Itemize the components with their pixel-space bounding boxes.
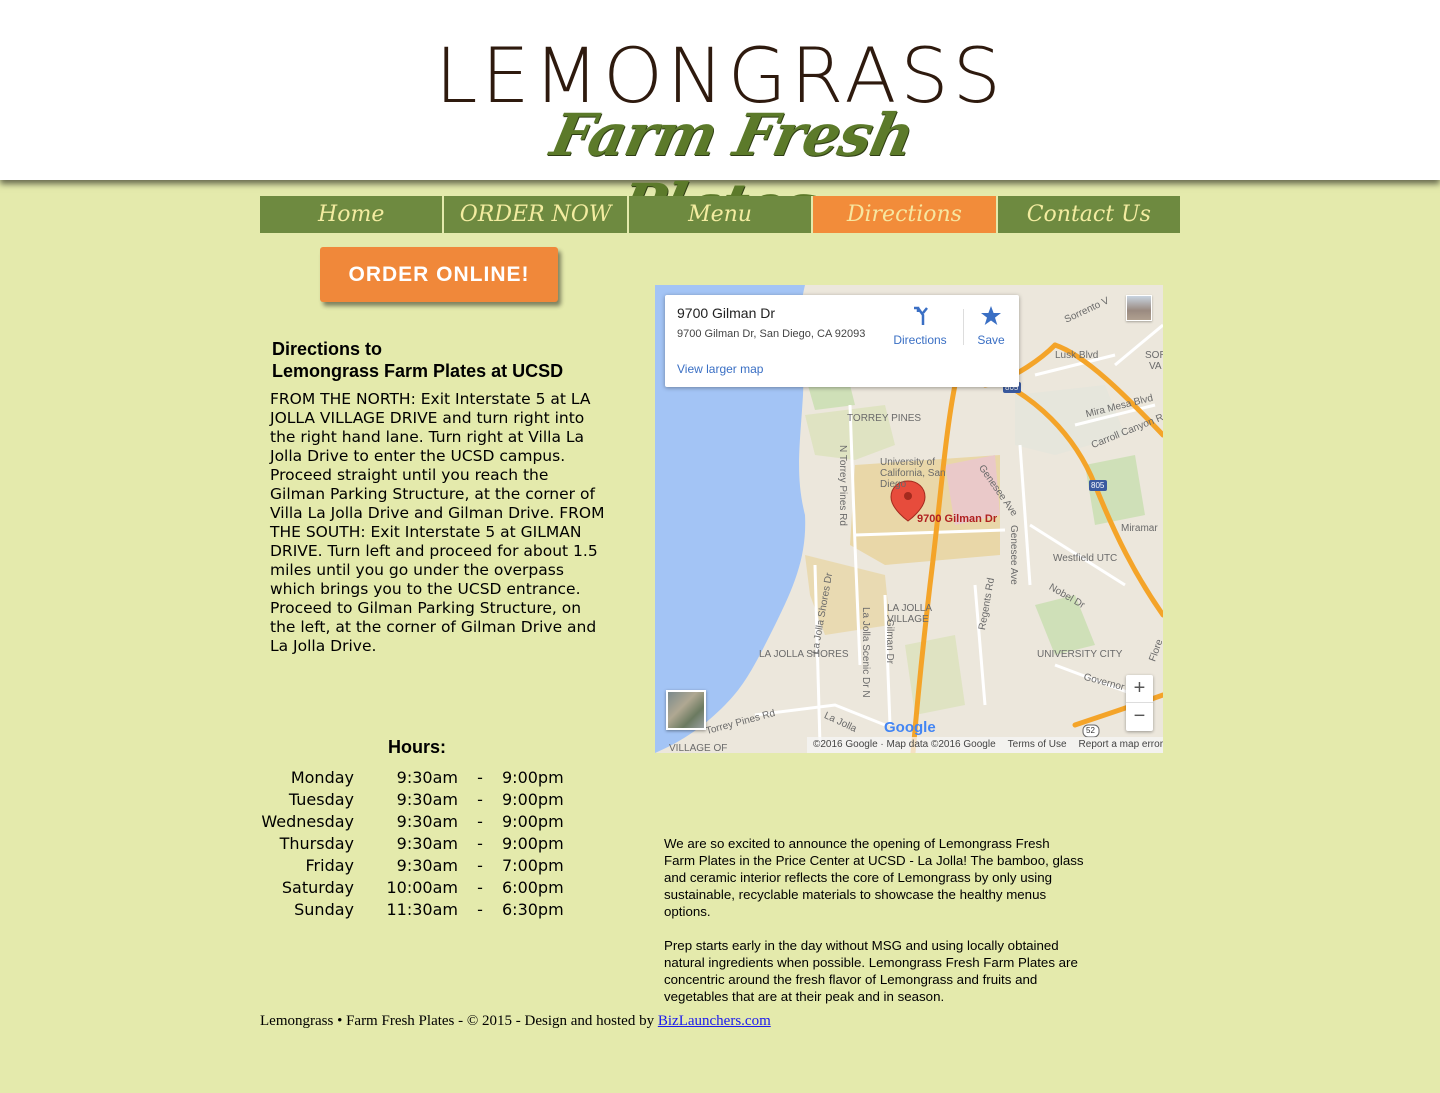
map-label-miramar: Miramar	[1121, 523, 1158, 534]
hours-table: Monday 9:30am -9:00pm Tuesday 9:30am -9:00pm W…	[260, 766, 592, 920]
hours-open: 11:30am	[386, 899, 459, 919]
about-section: We are so excited to announce the openin…	[664, 835, 1084, 1022]
map-card-address: 9700 Gilman Dr, San Diego, CA 92093	[677, 328, 866, 340]
nav-item-directions[interactable]: Directions	[813, 196, 998, 233]
hours-dash: -	[477, 877, 483, 897]
hours-dash: -	[477, 811, 483, 831]
map-report-link[interactable]: Report a map error	[1073, 739, 1163, 750]
map-directions-label: Directions	[893, 333, 947, 347]
hours-close: 7:00pm	[502, 855, 564, 875]
hours-close: 9:00pm	[502, 811, 564, 831]
map-label-torrey-pines: TORREY PINES	[847, 413, 922, 424]
map-label-westfield: Westfield UTC	[1053, 553, 1118, 564]
nav-item-menu[interactable]: Menu	[628, 196, 814, 233]
hours-close: 9:00pm	[502, 833, 564, 853]
hours-row: Thursday 9:30am -9:00pm	[260, 832, 592, 854]
map-shield-52: 52	[1086, 726, 1095, 735]
map-label-university-city: UNIVERSITY CITY	[1037, 649, 1123, 660]
hours-day: Friday	[305, 855, 355, 875]
map-marker-label: 9700 Gilman Dr	[917, 513, 998, 525]
hours-day: Tuesday	[288, 789, 354, 809]
footer-text: Lemongrass • Farm Fresh Plates - © 2015 …	[260, 1013, 658, 1029]
hours-row: Tuesday 9:30am -9:00pm	[260, 788, 592, 810]
map-label-n-torrey-pines: N Torrey Pines Rd	[837, 445, 848, 526]
order-online-button[interactable]: ORDER ONLINE!	[320, 247, 558, 302]
hours-dash: -	[477, 855, 483, 875]
hours-day: Wednesday	[261, 811, 354, 831]
hours-row: Saturday 10:00am -6:00pm	[260, 876, 592, 898]
hours-dash: -	[477, 899, 483, 919]
hours-open: 10:00am	[386, 877, 459, 897]
directions-title-line2: Lemongrass Farm Plates at UCSD	[272, 361, 564, 381]
hours-day: Sunday	[294, 899, 354, 919]
map-attribution: ©2016 Google · Map data ©2016 Google Term…	[807, 737, 1163, 753]
main-nav: Home ORDER NOW Menu Directions Contact U…	[260, 196, 1181, 233]
zoom-out-button[interactable]: −	[1126, 703, 1153, 731]
hours-title: Hours:	[388, 737, 446, 757]
map-terms-link[interactable]: Terms of Use	[1002, 739, 1073, 750]
map-label-sor: SOR	[1145, 350, 1163, 361]
map-label-university: University of California, San Diego	[880, 457, 946, 490]
hours-dash: -	[477, 789, 483, 809]
hours-dash: -	[477, 833, 483, 853]
nav-item-contact-us[interactable]: Contact Us	[997, 196, 1181, 233]
map-label-genesee-ave-2: Genesee Ave	[1008, 525, 1019, 585]
site-footer: Lemongrass • Farm Fresh Plates - © 2015 …	[260, 1013, 771, 1030]
satellite-toggle-thumbnail[interactable]	[666, 690, 706, 730]
site-header: LEMONGRASS Farm Fresh Plates	[0, 0, 1440, 240]
hours-open: 9:30am	[396, 811, 458, 831]
nav-item-order-now[interactable]: ORDER NOW	[444, 196, 629, 233]
map-label-la-jolla-shores: LA JOLLA SHORES	[759, 649, 849, 660]
map-label-la-jolla-scenic: La Jolla Scenic Dr N	[860, 607, 871, 698]
map-embed[interactable]: TORREY PINES University of California, S…	[655, 285, 1163, 753]
street-view-thumbnail[interactable]	[1126, 295, 1152, 321]
nav-item-home[interactable]: Home	[260, 196, 445, 233]
map-card-title: 9700 Gilman Dr	[677, 305, 776, 321]
map-label-village-of: VILLAGE OF	[669, 743, 728, 753]
hours-day: Thursday	[279, 833, 354, 853]
hours-close: 9:00pm	[502, 767, 564, 787]
directions-icon	[914, 306, 928, 325]
zoom-in-button[interactable]: +	[1126, 675, 1153, 703]
hours-day: Saturday	[281, 877, 354, 897]
hours-row: Monday 9:30am -9:00pm	[260, 766, 592, 788]
site-logo[interactable]: LEMONGRASS Farm Fresh Plates	[400, 30, 1040, 240]
directions-title-line1: Directions to	[272, 339, 383, 359]
hours-open: 9:30am	[396, 855, 458, 875]
map-shield-805-mid: 805	[1091, 481, 1105, 490]
hours-open: 9:30am	[396, 789, 458, 809]
map-save-button[interactable]: Save	[970, 305, 1012, 347]
directions-title: Directions to Lemongrass Farm Plates at …	[272, 338, 632, 382]
directions-text: FROM THE NORTH: Exit Interstate 5 at LA …	[270, 390, 605, 655]
hours-row: Friday 9:30am -7:00pm	[260, 854, 592, 876]
map-directions-button[interactable]: Directions	[890, 305, 950, 347]
hours-close: 6:30pm	[502, 899, 564, 919]
map-card-separator	[963, 309, 964, 345]
map-label-va: VA	[1149, 361, 1162, 372]
about-paragraph-2: Prep starts early in the day without MSG…	[664, 938, 1078, 1004]
hours-open: 9:30am	[396, 767, 458, 787]
hours-dash: -	[477, 767, 483, 787]
map-copyright: ©2016 Google · Map data ©2016 Google	[813, 739, 996, 750]
hours-row: Sunday 11:30am -6:30pm	[260, 898, 592, 920]
footer-bizlaunchers-link[interactable]: BizLaunchers.com	[658, 1013, 771, 1029]
map-save-label: Save	[977, 333, 1005, 347]
map-label-gilman-dr: Gilman Dr	[884, 619, 895, 665]
hours-row: Wednesday 9:30am -9:00pm	[260, 810, 592, 832]
google-logo: Google	[884, 719, 936, 736]
about-paragraph-1: We are so excited to announce the openin…	[664, 836, 1084, 919]
hours-open: 9:30am	[396, 833, 458, 853]
map-info-card: 9700 Gilman Dr 9700 Gilman Dr, San Diego…	[665, 295, 1019, 387]
map-label-lusk-blvd: Lusk Blvd	[1055, 350, 1099, 361]
hours-close: 9:00pm	[502, 789, 564, 809]
star-icon	[981, 306, 1001, 325]
map-zoom-control: + −	[1126, 675, 1153, 731]
view-larger-map-link[interactable]: View larger map	[677, 362, 763, 376]
hours-day: Monday	[290, 767, 354, 787]
hours-close: 6:00pm	[502, 877, 564, 897]
